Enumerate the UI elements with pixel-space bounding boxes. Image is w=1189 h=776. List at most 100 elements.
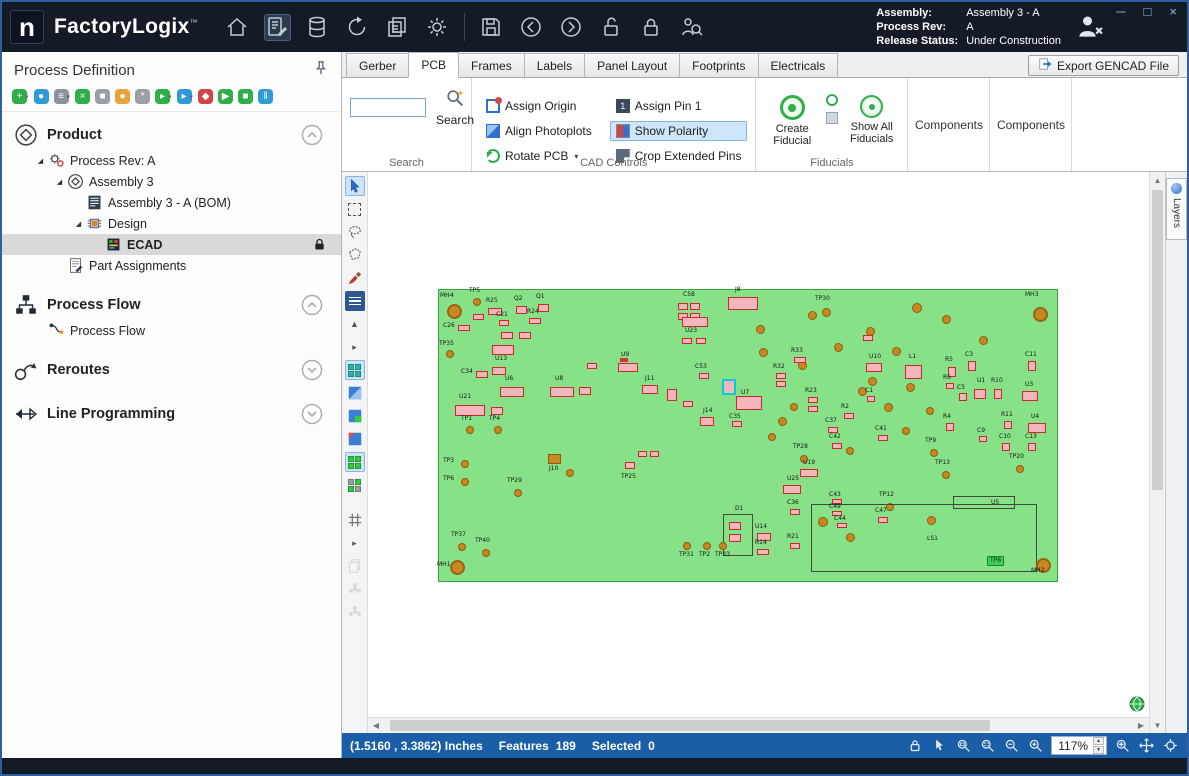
pcb-pad[interactable] — [683, 542, 691, 550]
pcb-component[interactable] — [1028, 443, 1036, 451]
scroll-up-icon[interactable]: ▲ — [1150, 172, 1165, 188]
pcb-component[interactable] — [736, 396, 762, 410]
expand-right-2-tool-icon[interactable]: ▸ — [345, 533, 365, 553]
pcb-pad[interactable] — [1016, 465, 1024, 473]
vertical-scrollbar[interactable]: ▲ ▼ — [1149, 172, 1165, 733]
pcb-pad[interactable] — [930, 449, 938, 457]
search-input[interactable] — [350, 98, 426, 117]
pcb-component[interactable] — [1002, 443, 1010, 451]
pcb-component[interactable] — [979, 436, 987, 442]
pcb-component[interactable] — [519, 332, 531, 339]
pcb-selected-component[interactable] — [722, 379, 736, 395]
scroll-down-icon[interactable]: ▼ — [1150, 717, 1165, 733]
pcb-component[interactable] — [501, 332, 513, 339]
pcb-component[interactable] — [776, 373, 786, 379]
align-photoplots-button[interactable]: Align Photoplots — [480, 121, 598, 141]
pcb-pad[interactable] — [906, 383, 915, 392]
tree-section-process-flow[interactable]: Process Flow — [2, 290, 341, 320]
pcb-component[interactable] — [844, 413, 854, 419]
tab-panel-layout[interactable]: Panel Layout — [584, 53, 680, 77]
pcb-canvas[interactable]: MH4TP5R25Q2Q1C26C21R24C58J8U23TP30MH3R33… — [368, 172, 1149, 733]
marquee-tool-icon[interactable] — [345, 199, 365, 219]
tab-footprints[interactable]: Footprints — [679, 53, 758, 77]
pcb-pad[interactable] — [868, 377, 877, 386]
tree-node-part-assignments[interactable]: Part Assignments — [2, 255, 341, 276]
pcb-mounting-hole[interactable] — [1033, 307, 1048, 322]
zoom-selection-icon[interactable] — [979, 737, 996, 754]
audit-search-icon[interactable] — [678, 14, 705, 41]
pcb-component[interactable] — [837, 523, 847, 528]
pcb-component[interactable] — [905, 365, 922, 379]
stop-icon[interactable]: ■ — [238, 89, 253, 104]
chevron-up-icon[interactable] — [301, 294, 323, 316]
pcb-mounting-hole[interactable] — [447, 304, 462, 319]
move-up-tool-icon[interactable]: ▲ — [345, 314, 365, 334]
pcb-pad[interactable] — [808, 311, 817, 320]
pcb-connector[interactable] — [548, 454, 561, 464]
dropdown-arrow-icon[interactable]: ▾ — [67, 93, 71, 101]
pcb-pad[interactable] — [494, 426, 502, 434]
pcb-component[interactable] — [682, 317, 708, 327]
pcb-component[interactable] — [625, 462, 635, 469]
pointer-select-icon[interactable] — [931, 737, 948, 754]
pcb-pad[interactable] — [790, 403, 798, 411]
pcb-component[interactable] — [878, 517, 888, 523]
tree-node-ecad[interactable]: ECAD — [2, 234, 341, 255]
scroll-left-icon[interactable]: ◀ — [368, 718, 384, 733]
pcb-pad[interactable] — [778, 417, 787, 426]
pcb-component[interactable] — [832, 443, 842, 449]
fiducial-chip-icon[interactable] — [826, 112, 838, 124]
pcb-component[interactable] — [538, 304, 549, 312]
logout-user-icon[interactable] — [1075, 11, 1109, 43]
zoom-in-icon[interactable] — [1027, 737, 1044, 754]
flower-icon[interactable]: * — [135, 89, 150, 104]
pcb-component[interactable] — [491, 407, 503, 415]
pcb-pad[interactable] — [902, 427, 910, 435]
duplicate-tool-icon[interactable] — [345, 556, 365, 576]
pcb-component[interactable] — [729, 522, 741, 530]
lock-icon[interactable] — [638, 14, 665, 41]
home-icon[interactable] — [224, 14, 251, 41]
pcb-component[interactable] — [690, 303, 700, 310]
tab-frames[interactable]: Frames — [458, 53, 525, 77]
layer-list-tool-icon[interactable] — [345, 291, 365, 311]
design-edit-icon[interactable] — [264, 14, 291, 41]
dropdown-arrow-icon[interactable]: ▾ — [168, 93, 172, 101]
user-icon[interactable]: ● — [115, 89, 130, 104]
pcb-component[interactable] — [476, 371, 488, 378]
pcb-pad[interactable] — [768, 433, 776, 441]
pcb-component[interactable] — [866, 363, 882, 372]
fiducial-mini-icon[interactable] — [826, 94, 838, 106]
tree-section-line-programming[interactable]: Line Programming — [2, 399, 341, 429]
pcb-component[interactable] — [776, 381, 786, 387]
pcb-component[interactable] — [794, 357, 806, 363]
pcb-component[interactable] — [587, 363, 597, 369]
globe-icon[interactable] — [1129, 696, 1145, 712]
pcb-component[interactable] — [732, 421, 742, 427]
distribute-tool-icon[interactable] — [345, 602, 365, 622]
pcb-pad[interactable] — [703, 542, 711, 550]
pcb-component[interactable] — [994, 389, 1002, 399]
pads-layer-tool-icon[interactable] — [345, 360, 365, 380]
back-icon[interactable] — [518, 14, 545, 41]
materials-icon[interactable] — [304, 14, 331, 41]
pcb-pad[interactable] — [461, 460, 469, 468]
expand-right-tool-icon[interactable]: ▸ — [345, 337, 365, 357]
pcb-pad[interactable] — [446, 350, 454, 358]
pcb-component[interactable] — [1028, 423, 1046, 433]
pcb-component[interactable] — [946, 383, 954, 389]
zoom-decrease-icon[interactable]: ▼ — [1093, 746, 1104, 754]
pcb-component[interactable] — [699, 373, 709, 379]
tab-electricals[interactable]: Electricals — [758, 53, 839, 77]
zoom-window-icon[interactable] — [955, 737, 972, 754]
create-fiducial-button[interactable]: Create Fiducial — [764, 92, 820, 150]
pcb-board[interactable]: MH4TP5R25Q2Q1C26C21R24C58J8U23TP30MH3R33… — [438, 289, 1058, 582]
save-icon[interactable] — [478, 14, 505, 41]
pcb-component[interactable] — [458, 325, 470, 331]
pcb-component[interactable] — [974, 389, 986, 399]
tree-expander-icon[interactable]: ◢ — [73, 220, 84, 228]
tree-node-design[interactable]: ◢Design — [2, 213, 341, 234]
top-layer-tool-icon[interactable] — [345, 383, 365, 403]
pcb-component[interactable] — [650, 451, 659, 457]
tab-pcb[interactable]: PCB — [408, 52, 459, 78]
